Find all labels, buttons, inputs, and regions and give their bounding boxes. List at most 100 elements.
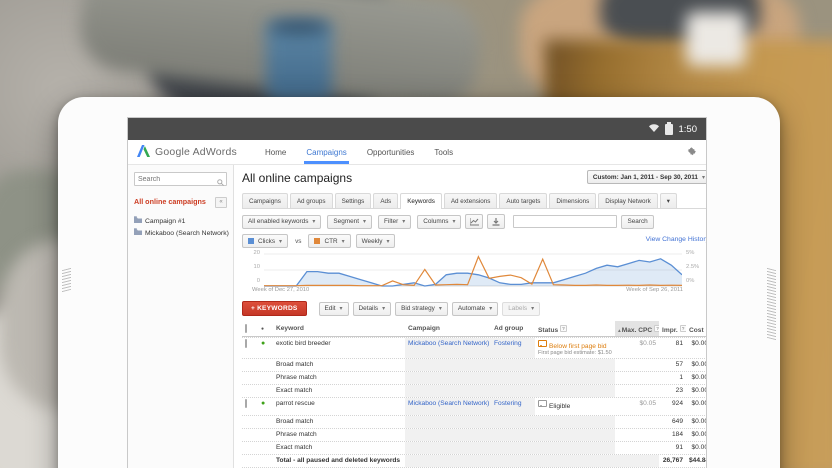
- cost-cell: $0.00: [691, 361, 706, 368]
- tab-ads[interactable]: Ads: [373, 193, 399, 208]
- download-icon-button[interactable]: [487, 214, 506, 229]
- date-range-label: Custom: Jan 1, 2011 - Sep 30, 2011: [592, 173, 698, 181]
- photo-white-mug: [686, 12, 746, 66]
- y-axis-tick: 0: [256, 278, 260, 284]
- tab-ad-extensions[interactable]: Ad extensions: [443, 193, 498, 208]
- chart-controls: Clicks ▾ vs CTR ▾ Weekly ▾ View Change H…: [242, 234, 706, 248]
- select-all-checkbox[interactable]: [242, 321, 258, 336]
- nav-item-opportunities[interactable]: Opportunities: [367, 140, 415, 164]
- nav-item-campaigns[interactable]: Campaigns: [304, 140, 350, 164]
- metric2-label: CTR: [324, 237, 338, 245]
- columns-dropdown[interactable]: Columns ▾: [417, 214, 462, 229]
- sidebar-item-campaign[interactable]: Mickaboo (Search Network): [134, 228, 229, 240]
- tab-keywords[interactable]: Keywords: [400, 193, 442, 209]
- tab-campaigns[interactable]: Campaigns: [242, 193, 288, 208]
- table-row[interactable]: ● exotic bird breeder Mickaboo (Search Net…: [242, 337, 706, 358]
- gear-icon[interactable]: [686, 146, 697, 159]
- table-row: Total - all paused and deleted keywords 2…: [242, 454, 706, 467]
- segment-label-cell: Phrase match: [276, 374, 317, 381]
- edit-dropdown[interactable]: Edit ▾: [318, 301, 349, 316]
- speaker-grille-right: [767, 267, 776, 341]
- ad-group-link[interactable]: Fostering: [491, 338, 535, 358]
- campaign-tree: Campaign #1 Mickaboo (Search Network): [134, 216, 229, 240]
- campaign-link[interactable]: Mickaboo (Search Network): [405, 338, 491, 358]
- toolbar-dropdowns: All enabled keywords ▾ Segment ▾ Filter ▾ Colu…: [242, 214, 462, 229]
- column-header-cost[interactable]: Cost?: [686, 321, 706, 336]
- status-dot-column-header: ●: [261, 326, 265, 332]
- table-row: Broad match 649 $0.00: [242, 415, 706, 428]
- labels-dropdown: Labels ▾: [502, 301, 541, 316]
- max-cpc-cell-empty: [615, 372, 659, 384]
- adwords-logo-icon: [137, 145, 150, 159]
- tab-dimensions[interactable]: Dimensions: [549, 193, 597, 208]
- search-button[interactable]: Search: [621, 214, 654, 229]
- tab-ad-groups[interactable]: Ad groups: [289, 193, 333, 208]
- max-cpc-cell[interactable]: $0.05: [615, 338, 659, 358]
- edit-dropdown-label: Edit: [324, 305, 336, 312]
- filter-dropdown[interactable]: Filter ▾: [378, 214, 412, 229]
- tab-auto-targets[interactable]: Auto targets: [499, 193, 548, 208]
- column-header-impr-[interactable]: Impr.?: [659, 321, 686, 336]
- cost-cell: $0.00: [691, 340, 706, 347]
- segment-dropdown[interactable]: Segment ▾: [327, 214, 373, 229]
- table-row[interactable]: ● parrot rescue Mickaboo (Search Network) F…: [242, 397, 706, 415]
- segment-label-cell: Phrase match: [276, 431, 317, 438]
- chevron-down-icon: ▾: [452, 219, 456, 225]
- tab-display-network[interactable]: Display Network: [598, 193, 658, 208]
- row-checkbox[interactable]: [242, 338, 258, 358]
- campaign-cell-empty: [405, 442, 491, 454]
- table-row: Exact match 91 $0.00: [242, 441, 706, 454]
- sidebar-item-campaign[interactable]: Campaign #1: [134, 216, 227, 228]
- tab--[interactable]: ▾: [659, 193, 677, 208]
- status-cell-empty: [535, 385, 615, 397]
- adwords-logo: Google AdWords: [137, 145, 237, 159]
- y-axis-tick: 20: [253, 250, 260, 256]
- nav-item-tools[interactable]: Tools: [434, 140, 453, 164]
- campaign-link[interactable]: Mickaboo (Search Network): [405, 398, 491, 415]
- nav-item-home[interactable]: Home: [265, 140, 286, 164]
- details-dropdown-label: Details: [358, 305, 379, 312]
- max-cpc-cell[interactable]: $0.05: [615, 398, 659, 415]
- chevron-down-icon: ▾: [438, 306, 442, 312]
- bid-strategy-dropdown[interactable]: Bid strategy ▾: [395, 301, 448, 316]
- status-bar: 1:50: [128, 118, 706, 140]
- all-campaigns-link[interactable]: All online campaigns: [134, 197, 206, 206]
- ad-group-link[interactable]: Fostering: [491, 398, 535, 415]
- columns-dropdown-label: Columns: [423, 218, 449, 225]
- status-cell-empty: [535, 442, 615, 454]
- keyword-search-input[interactable]: [513, 215, 618, 228]
- column-header-keyword[interactable]: Keyword: [273, 321, 405, 336]
- details-dropdown[interactable]: Details ▾: [352, 301, 392, 316]
- metric2-dropdown[interactable]: CTR ▾: [308, 234, 351, 248]
- app-body: All online campaigns « Campaign #1 Mickab…: [128, 165, 706, 468]
- metric1-dropdown[interactable]: Clicks ▾: [242, 234, 289, 248]
- battery-icon: [664, 121, 673, 135]
- view-change-history-link[interactable]: View Change History: [646, 236, 706, 243]
- column-header-status[interactable]: Status?: [535, 321, 615, 336]
- ad-group-cell-empty: [491, 455, 535, 467]
- table-row: Phrase match 1 $0.00: [242, 371, 706, 384]
- interval-dropdown[interactable]: Weekly ▾: [355, 234, 396, 248]
- graph-icon-button[interactable]: [465, 214, 484, 229]
- column-header-max-cpc[interactable]: ▴Max. CPC?: [615, 321, 659, 336]
- chevron-down-icon: ▾: [363, 219, 367, 225]
- automate-dropdown[interactable]: Automate ▾: [451, 301, 499, 316]
- campaign-cell-empty: [405, 385, 491, 397]
- all-enabled-keywords-dropdown[interactable]: All enabled keywords ▾: [242, 214, 322, 229]
- column-header-ad-group[interactable]: Ad group: [491, 321, 535, 336]
- chevron-down-icon: ▾: [341, 238, 345, 245]
- bid-strategy-dropdown-label: Bid strategy: [401, 305, 435, 312]
- collapse-sidebar-button[interactable]: «: [215, 197, 227, 208]
- tab-settings[interactable]: Settings: [334, 193, 372, 208]
- status-cell-empty: [535, 359, 615, 371]
- add-keywords-button[interactable]: + KEYWORDS: [242, 301, 307, 316]
- chevron-down-icon: ▾: [489, 306, 493, 312]
- sidebar-search-input[interactable]: [134, 172, 227, 186]
- column-header-campaign[interactable]: Campaign: [405, 321, 491, 336]
- date-range-button[interactable]: Custom: Jan 1, 2011 - Sep 30, 2011 ▾: [586, 170, 706, 184]
- row-checkbox[interactable]: [242, 398, 258, 415]
- folder-icon: [134, 216, 142, 228]
- max-cpc-cell-empty: [615, 359, 659, 371]
- cost-cell: $0.00: [691, 400, 706, 407]
- segment-label-cell: Broad match: [276, 361, 314, 368]
